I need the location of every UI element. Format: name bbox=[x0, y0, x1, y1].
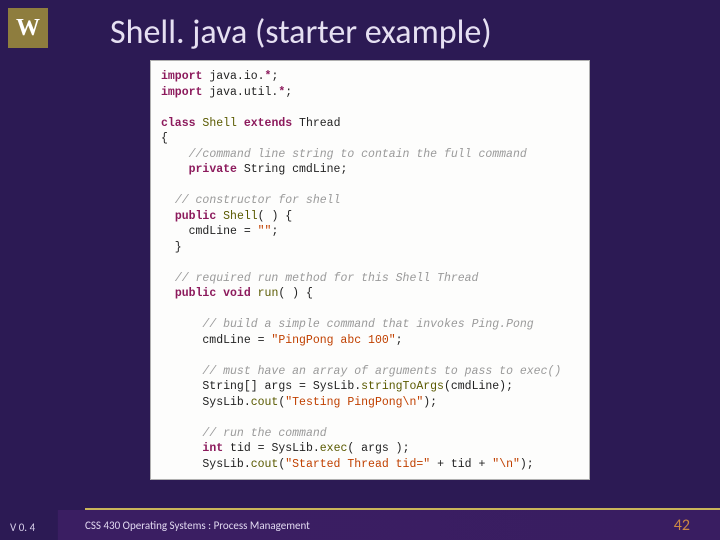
code-line: // run the command bbox=[161, 426, 579, 442]
code-line: import java.util.*; bbox=[161, 85, 579, 101]
code-line bbox=[161, 302, 579, 318]
code-line bbox=[161, 410, 579, 426]
code-line bbox=[161, 100, 579, 116]
code-line bbox=[161, 255, 579, 271]
code-snippet: import java.io.*;import java.util.*; cla… bbox=[150, 60, 590, 480]
footer-bar: CSS 430 Operating Systems : Process Mana… bbox=[0, 510, 720, 540]
code-line: // build a simple command that invokes P… bbox=[161, 317, 579, 333]
code-line: SysLib.cout("Started Thread tid=" + tid … bbox=[161, 457, 579, 473]
page-number: 42 bbox=[674, 516, 710, 535]
code-line: SysLib.cout("Testing PingPong\n"); bbox=[161, 395, 579, 411]
code-line: { bbox=[161, 131, 579, 147]
code-line: import java.io.*; bbox=[161, 69, 579, 85]
code-line: String[] args = SysLib.stringToArgs(cmdL… bbox=[161, 379, 579, 395]
code-line: public void run( ) { bbox=[161, 286, 579, 302]
code-line: // must have an array of arguments to pa… bbox=[161, 364, 579, 380]
code-line: class Shell extends Thread bbox=[161, 116, 579, 132]
code-line: } bbox=[161, 240, 579, 256]
uw-logo: W bbox=[8, 8, 48, 48]
code-line: int tid = SysLib.exec( args ); bbox=[161, 441, 579, 457]
code-line bbox=[161, 348, 579, 364]
code-line: // required run method for this Shell Th… bbox=[161, 271, 579, 287]
code-line: public Shell( ) { bbox=[161, 209, 579, 225]
footer-course: CSS 430 Operating Systems : Process Mana… bbox=[85, 519, 674, 532]
version-label: V 0. 4 bbox=[10, 521, 35, 534]
slide-title: Shell. java (starter example) bbox=[110, 12, 700, 53]
code-line: cmdLine = ""; bbox=[161, 224, 579, 240]
code-line: cmdLine = "PingPong abc 100"; bbox=[161, 333, 579, 349]
code-line bbox=[161, 472, 579, 480]
code-line: //command line string to contain the ful… bbox=[161, 147, 579, 163]
code-line: // constructor for shell bbox=[161, 193, 579, 209]
code-line: private String cmdLine; bbox=[161, 162, 579, 178]
code-line bbox=[161, 178, 579, 194]
